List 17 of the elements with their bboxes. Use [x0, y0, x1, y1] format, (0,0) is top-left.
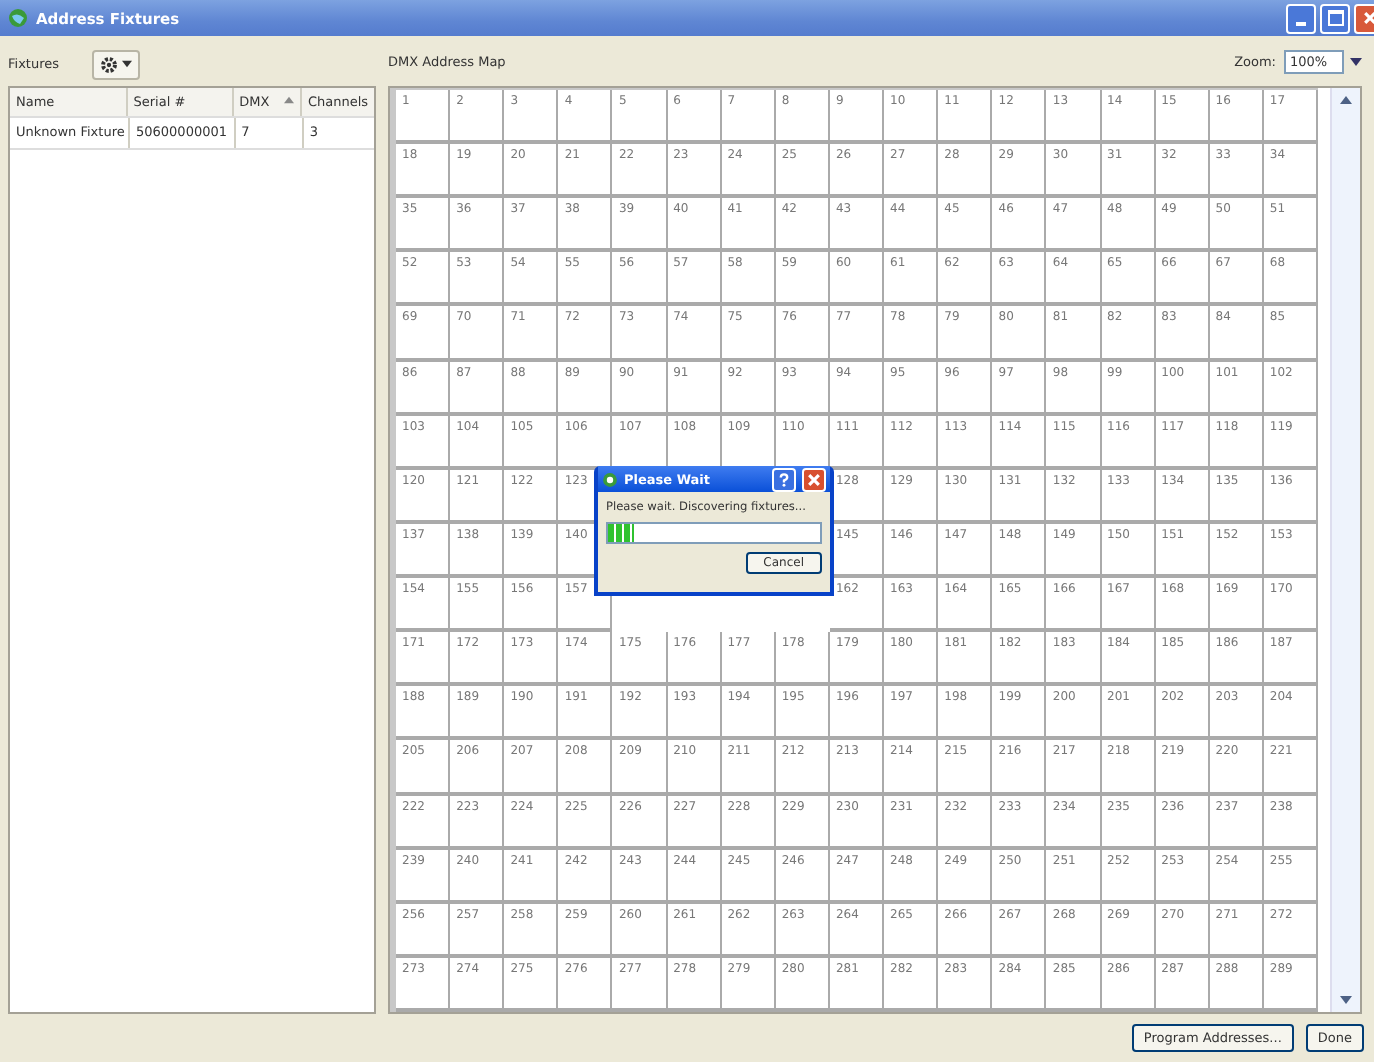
- close-button[interactable]: [802, 467, 826, 491]
- app-icon: [602, 471, 618, 487]
- scrollbar[interactable]: [1330, 88, 1360, 1012]
- help-button[interactable]: [772, 467, 796, 491]
- sort-icon: [283, 96, 294, 104]
- close-icon: [806, 471, 822, 487]
- gear-icon: [99, 55, 118, 73]
- up-arrow-icon: [1340, 96, 1352, 104]
- minimize-button[interactable]: [1286, 3, 1316, 33]
- question-mark-icon: [776, 471, 792, 487]
- down-arrow-icon: [1340, 996, 1352, 1004]
- close-icon: [1361, 10, 1374, 26]
- maximize-button[interactable]: [1320, 3, 1350, 33]
- caret-icon: [121, 60, 132, 68]
- caret-icon: [1350, 58, 1362, 66]
- globe-icon: [8, 8, 28, 28]
- gear-menu-button[interactable]: [91, 49, 140, 79]
